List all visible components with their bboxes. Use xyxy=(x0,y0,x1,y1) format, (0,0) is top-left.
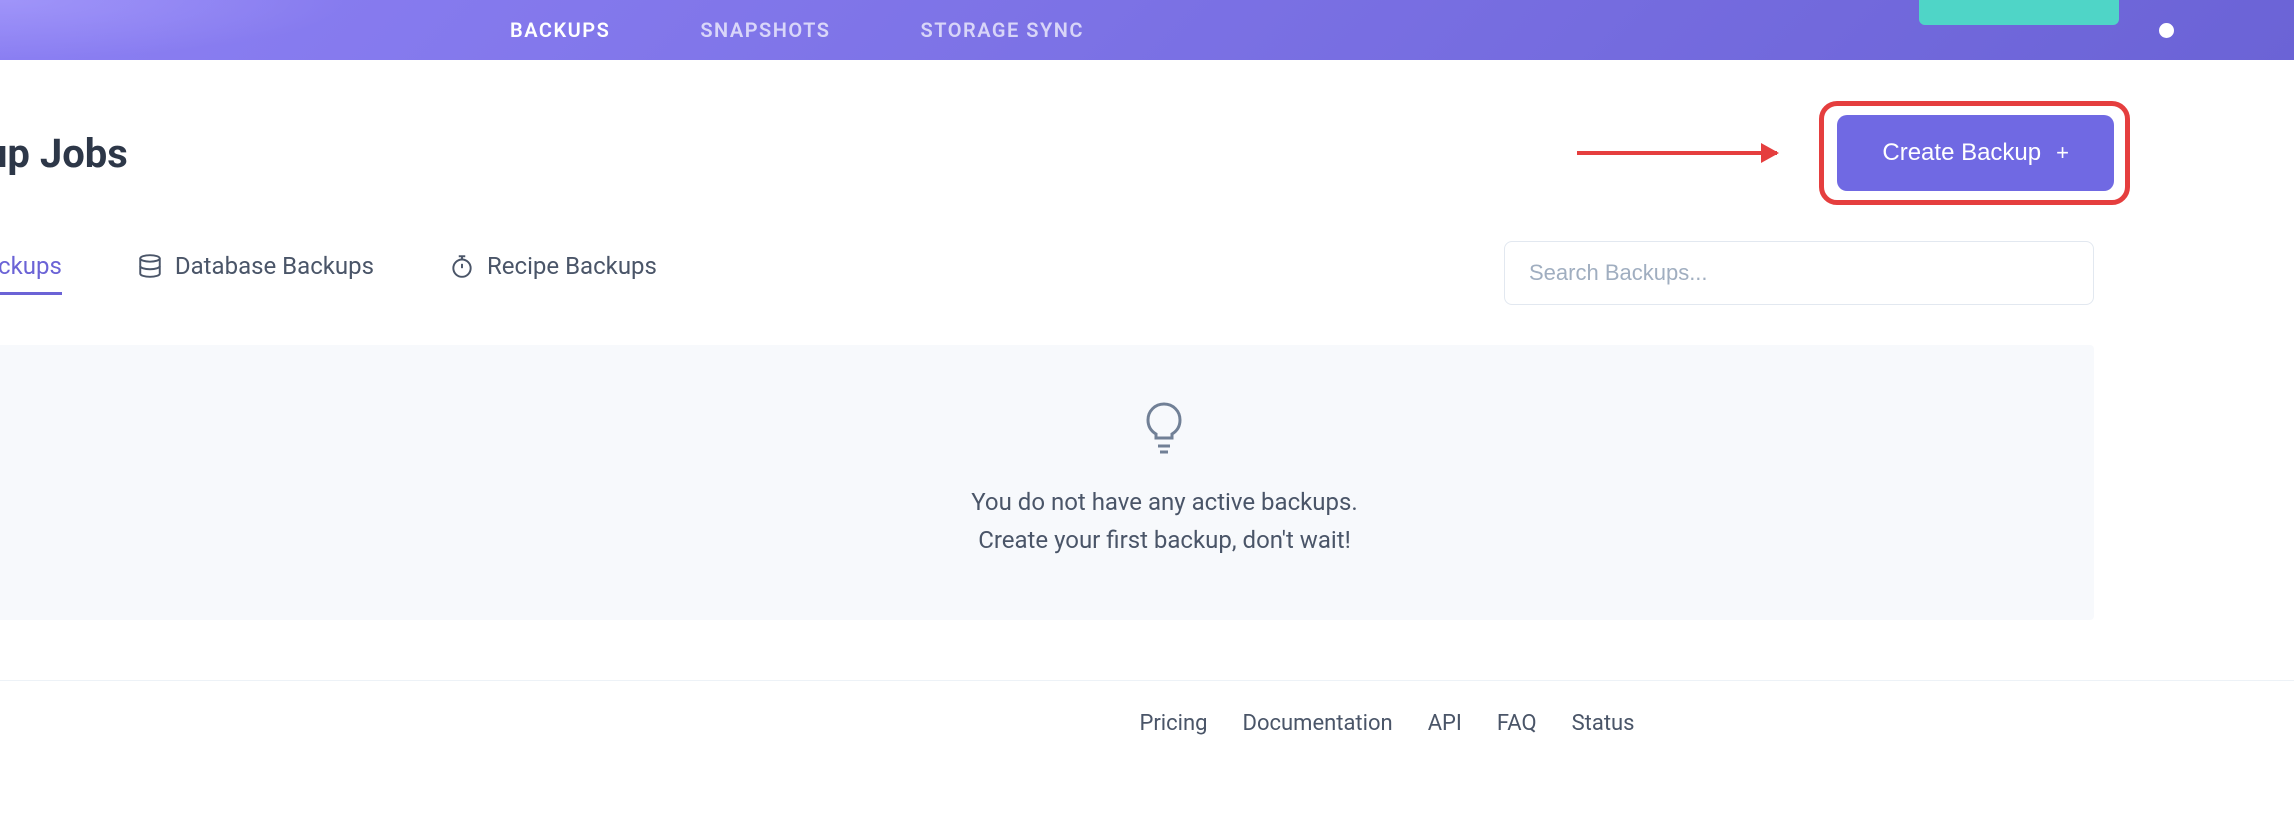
nav-links: BACKUPS SNAPSHOTS STORAGE SYNC xyxy=(510,18,1084,42)
empty-state-text: You do not have any active backups. Crea… xyxy=(971,483,1357,560)
tab-database-backups[interactable]: Database Backups xyxy=(137,252,374,295)
create-backup-label: Create Backup xyxy=(1882,139,2041,167)
tab-recipe-backups[interactable]: Recipe Backups xyxy=(449,252,657,295)
footer-link-pricing[interactable]: Pricing xyxy=(1139,711,1207,736)
footer: Pricing Documentation API FAQ Status xyxy=(0,680,2294,766)
footer-link-status[interactable]: Status xyxy=(1572,711,1635,736)
create-backup-button[interactable]: Create Backup + xyxy=(1837,115,2114,191)
avatar[interactable] xyxy=(2159,23,2174,38)
empty-line-2: Create your first backup, don't wait! xyxy=(971,521,1357,559)
footer-links: Pricing Documentation API FAQ Status xyxy=(1139,711,1634,736)
plus-icon: + xyxy=(2056,140,2069,166)
footer-link-api[interactable]: API xyxy=(1428,711,1462,736)
action-button[interactable] xyxy=(1919,0,2119,25)
lightbulb-icon xyxy=(971,400,1357,458)
empty-line-1: You do not have any active backups. xyxy=(971,483,1357,521)
topbar-right xyxy=(1919,23,2224,38)
tab-label: Recipe Backups xyxy=(487,252,657,280)
empty-state: You do not have any active backups. Crea… xyxy=(0,345,2094,620)
nav-link-snapshots[interactable]: SNAPSHOTS xyxy=(700,18,830,42)
tab-backups[interactable]: ackups xyxy=(0,252,62,295)
tab-label: ackups xyxy=(0,252,62,280)
search-input[interactable] xyxy=(1504,241,2094,305)
main-content: up Jobs Create Backup + ackups xyxy=(0,60,2294,620)
stopwatch-icon xyxy=(449,253,475,279)
footer-link-faq[interactable]: FAQ xyxy=(1497,711,1537,736)
nav-link-storage-sync[interactable]: STORAGE SYNC xyxy=(920,18,1084,42)
tab-label: Database Backups xyxy=(175,252,374,280)
tabs-row: ackups Database Backups xyxy=(0,241,2094,305)
topbar: BACKUPS SNAPSHOTS STORAGE SYNC xyxy=(0,0,2294,60)
page-title: up Jobs xyxy=(0,130,128,177)
database-icon xyxy=(137,253,163,279)
tabs: ackups Database Backups xyxy=(0,252,657,295)
create-button-wrapper: Create Backup + xyxy=(1837,115,2114,191)
page-header: up Jobs Create Backup + xyxy=(0,60,2114,241)
nav-link-backups[interactable]: BACKUPS xyxy=(510,18,610,42)
footer-link-documentation[interactable]: Documentation xyxy=(1243,711,1393,736)
annotation-arrow xyxy=(1577,151,1777,155)
